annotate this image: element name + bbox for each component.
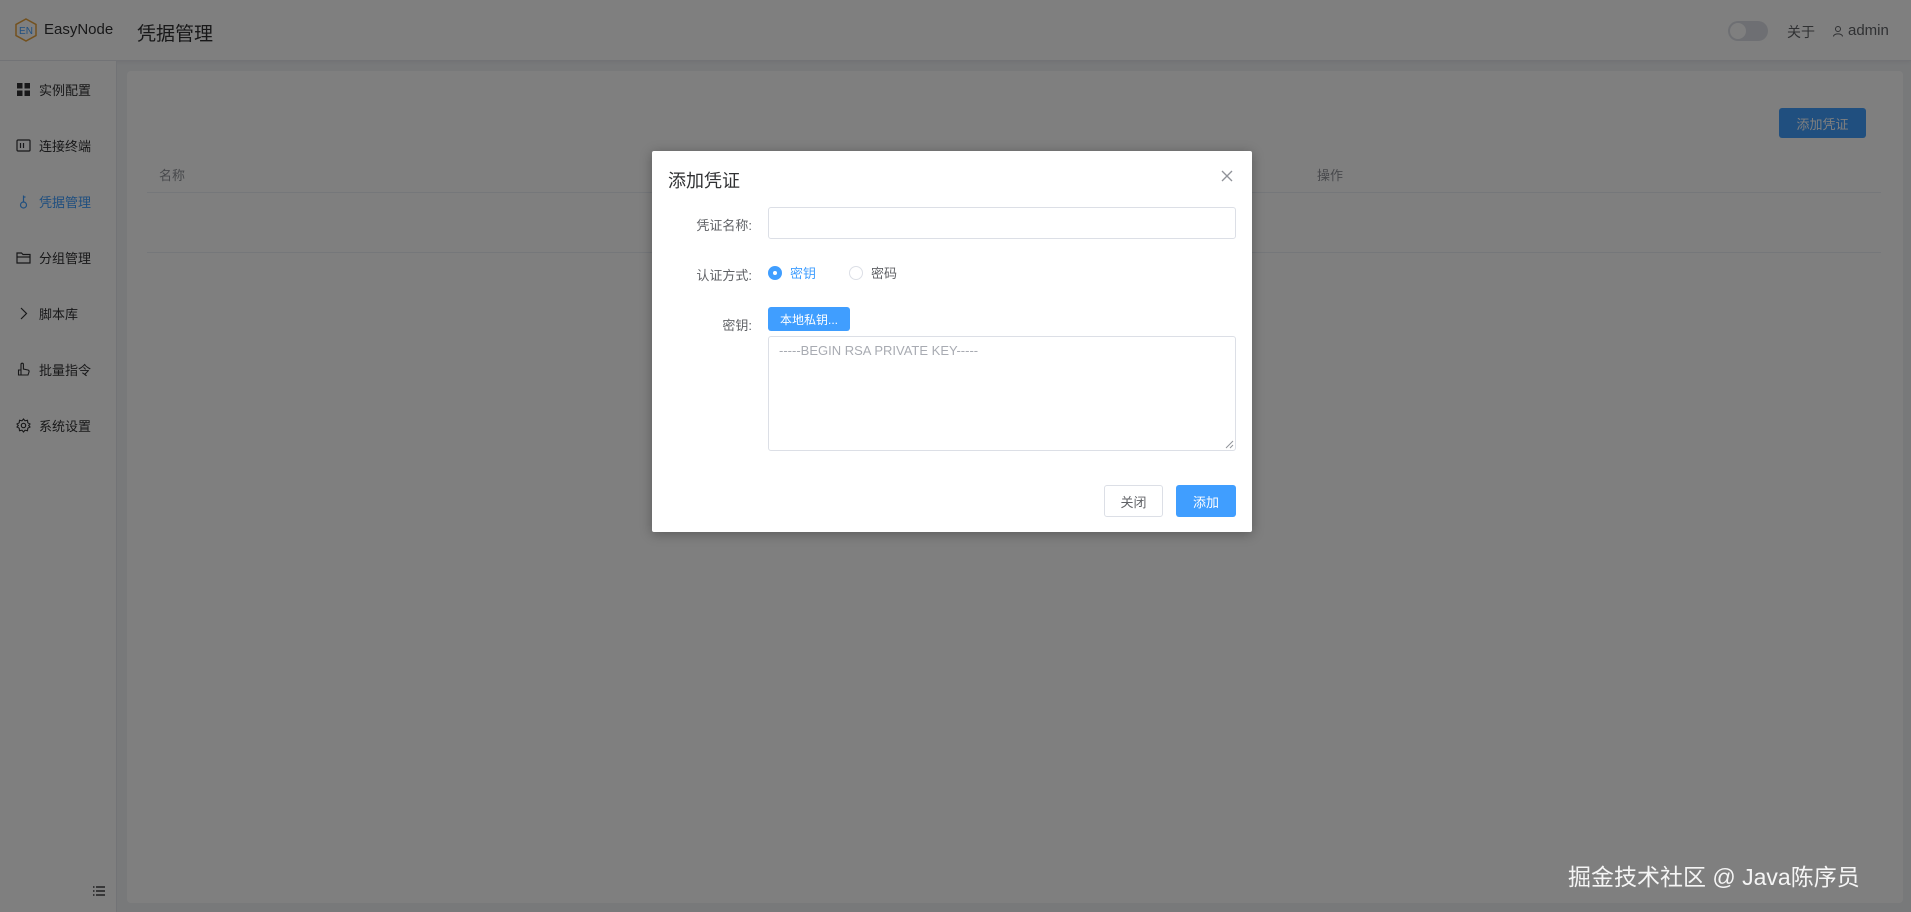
auth-radio-password[interactable]: 密码 <box>849 263 897 282</box>
dialog-close-button[interactable]: 关闭 <box>1104 485 1163 517</box>
resize-grip-icon[interactable] <box>1224 439 1234 449</box>
dialog-title: 添加凭证 <box>668 171 740 191</box>
credential-name-label: 凭证名称: <box>696 218 752 233</box>
radio-unchecked-icon <box>849 265 863 280</box>
add-credential-dialog: 添加凭证 凭证名称: 认证方式: 密钥 密码 密钥: 本地私钥... 关闭 添加 <box>652 151 1252 532</box>
dialog-add-button[interactable]: 添加 <box>1176 485 1236 517</box>
auth-method-label: 认证方式: <box>696 268 752 283</box>
watermark: 掘金技术社区 @ Java陈序员 <box>1568 864 1860 890</box>
local-private-key-button[interactable]: 本地私钥... <box>768 307 850 331</box>
credential-name-input[interactable] <box>768 207 1236 239</box>
auth-radio-password-label: 密码 <box>871 266 898 281</box>
key-label: 密钥: <box>722 318 752 333</box>
auth-radio-key-label: 密钥 <box>790 266 817 281</box>
private-key-textarea[interactable] <box>768 336 1236 451</box>
close-icon[interactable] <box>1220 169 1234 183</box>
radio-checked-icon <box>768 265 782 280</box>
auth-radio-key[interactable]: 密钥 <box>768 263 816 282</box>
